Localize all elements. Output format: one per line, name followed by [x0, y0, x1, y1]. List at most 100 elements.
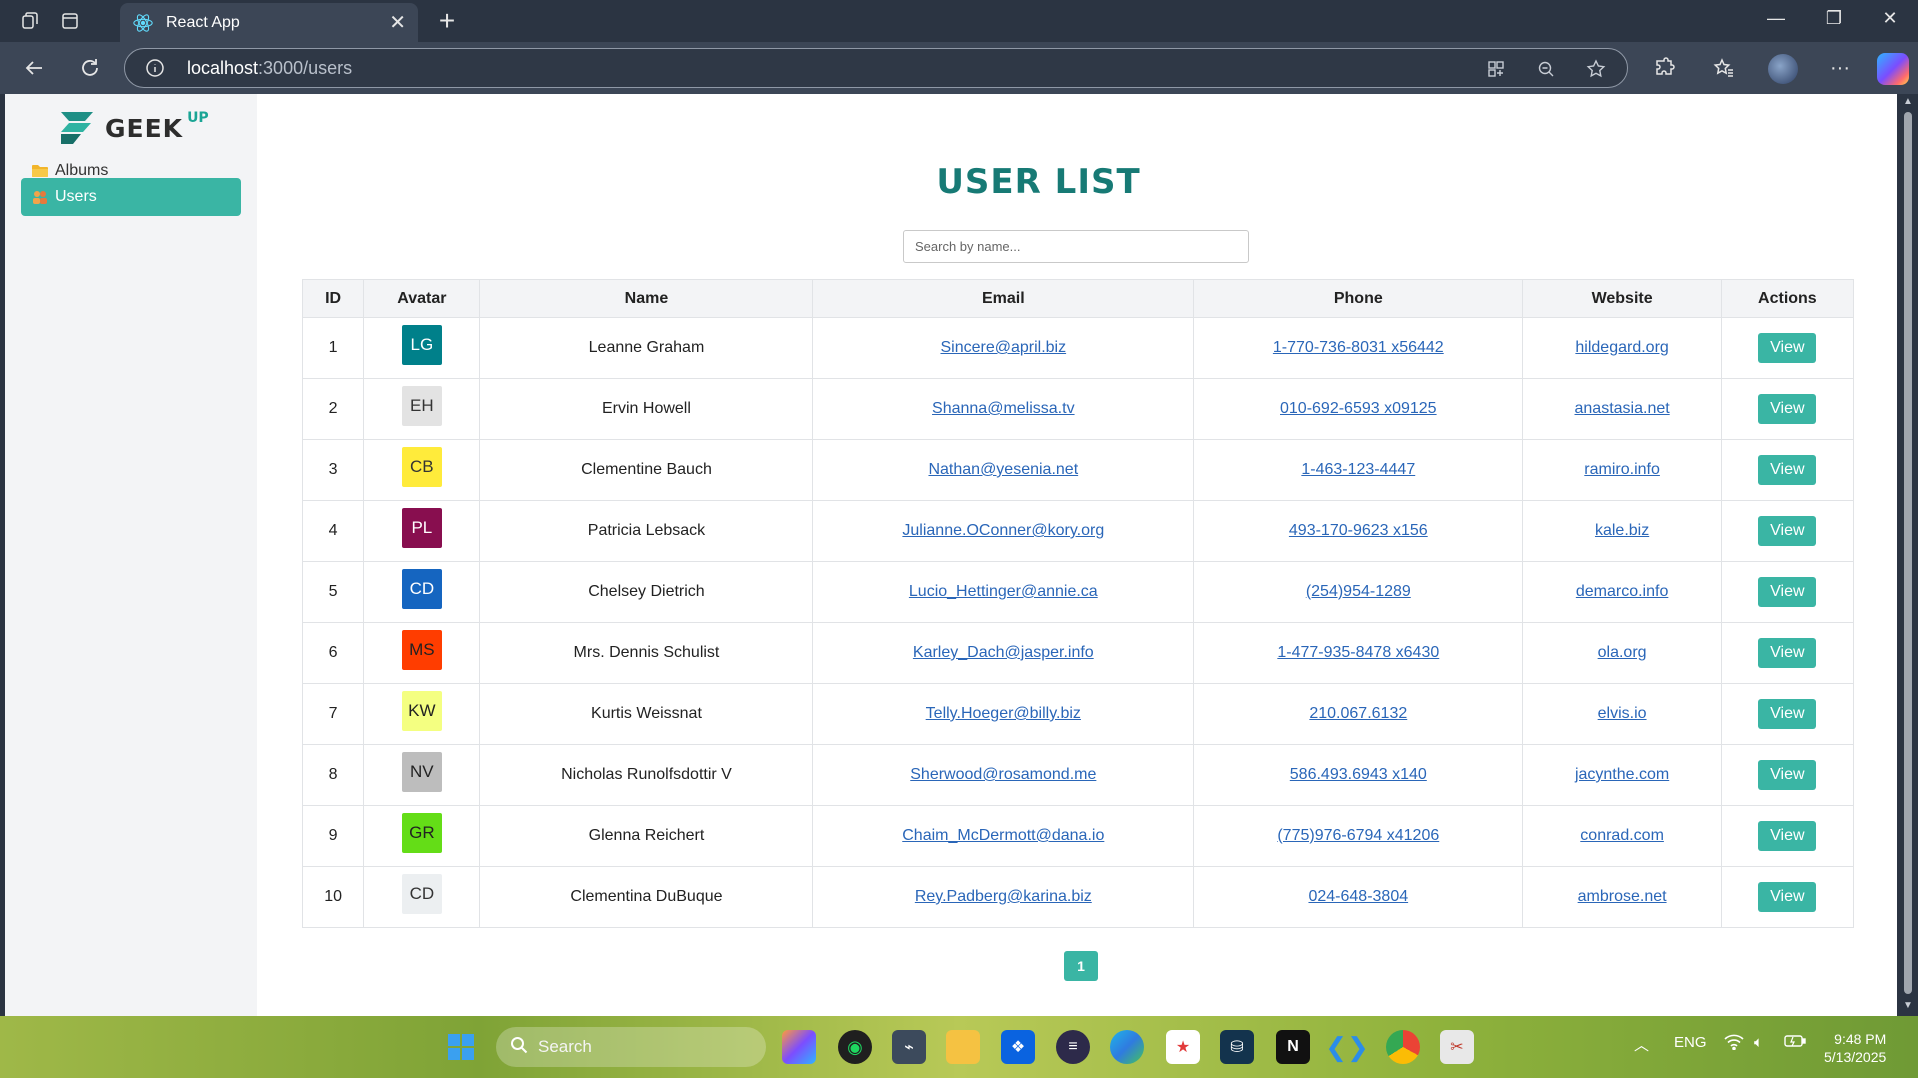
sidebar-item-users[interactable]: Users — [21, 178, 241, 216]
email-link[interactable]: Chaim_McDermott@dana.io — [902, 827, 1104, 844]
website-link[interactable]: ambrose.net — [1578, 888, 1667, 905]
file-explorer-icon[interactable] — [946, 1030, 980, 1064]
search-input[interactable] — [903, 230, 1249, 263]
system-clock[interactable]: 9:48 PM 5/13/2025 — [1824, 1030, 1886, 1066]
table-row: 5 CD Chelsey Dietrich Lucio_Hettinger@annie… — [301, 561, 1855, 623]
email-link[interactable]: Karley_Dach@jasper.info — [913, 644, 1094, 661]
spotify-icon[interactable]: ◉ — [838, 1030, 872, 1064]
snipping-tool-icon[interactable]: ✂ — [1440, 1030, 1474, 1064]
email-link[interactable]: Rey.Padberg@karina.biz — [915, 888, 1092, 905]
starry-app-icon[interactable]: ★ — [1166, 1030, 1200, 1064]
vscode-icon[interactable]: ❮❯ — [1325, 1030, 1369, 1064]
extensions-icon[interactable] — [1650, 54, 1678, 82]
cell-name: Nicholas Runolfsdottir V — [479, 744, 814, 806]
clock-time: 9:48 PM — [1834, 1031, 1887, 1047]
view-button[interactable]: View — [1758, 638, 1817, 668]
view-button[interactable]: View — [1758, 699, 1817, 729]
cell-website: anastasia.net — [1522, 378, 1722, 440]
address-bar[interactable]: localhost:3000/users — [124, 48, 1628, 88]
view-button[interactable]: View — [1758, 882, 1817, 912]
show-hidden-icons-chevron-icon[interactable]: ︿ — [1634, 1034, 1649, 1055]
favorite-star-icon[interactable] — [1585, 58, 1607, 80]
back-arrow-icon[interactable] — [20, 54, 48, 82]
eclipse-icon[interactable]: ≡ — [1056, 1030, 1090, 1064]
cell-actions: View — [1720, 561, 1855, 623]
view-button[interactable]: View — [1758, 455, 1817, 485]
phone-link[interactable]: 210.067.6132 — [1309, 705, 1407, 722]
table-row: 6 MS Mrs. Dennis Schulist Karley_Dach@jaspe… — [301, 622, 1855, 684]
website-link[interactable]: demarco.info — [1576, 583, 1669, 600]
website-link[interactable]: hildegard.org — [1575, 339, 1668, 356]
taskbar-search[interactable]: Search — [496, 1027, 766, 1067]
avatar: PL — [401, 508, 442, 548]
website-link[interactable]: ola.org — [1598, 644, 1647, 661]
volume-icon[interactable]: 🔈︎ — [1754, 1034, 1763, 1051]
phone-link[interactable]: 1-463-123-4447 — [1301, 461, 1415, 478]
clock-date: 5/13/2025 — [1824, 1049, 1887, 1065]
edge-icon[interactable] — [1110, 1030, 1144, 1064]
avatar: CD — [401, 874, 442, 914]
workspaces-icon[interactable] — [18, 9, 42, 33]
phone-link[interactable]: 1-477-935-8478 x6430 — [1277, 644, 1439, 661]
view-button[interactable]: View — [1758, 760, 1817, 790]
email-link[interactable]: Nathan@yesenia.net — [928, 461, 1078, 478]
website-link[interactable]: ramiro.info — [1584, 461, 1660, 478]
tab-actions-icon[interactable] — [58, 9, 82, 33]
website-link[interactable]: anastasia.net — [1575, 400, 1670, 417]
app-available-icon[interactable] — [1485, 58, 1507, 80]
favorites-icon[interactable] — [1710, 54, 1738, 82]
battery-icon[interactable] — [1784, 1034, 1806, 1052]
task-manager-icon[interactable]: ⌁ — [892, 1030, 926, 1064]
copilot-app-icon[interactable] — [782, 1030, 816, 1064]
windows-start-icon[interactable] — [444, 1030, 478, 1064]
page-scrollbar[interactable]: ▲ ▼ — [1897, 94, 1918, 1016]
view-button[interactable]: View — [1758, 333, 1817, 363]
email-link[interactable]: Sherwood@rosamond.me — [910, 766, 1096, 783]
phone-link[interactable]: 586.493.6943 x140 — [1290, 766, 1427, 783]
pagination-page-1[interactable]: 1 — [1064, 951, 1098, 981]
email-link[interactable]: Lucio_Hettinger@annie.ca — [909, 583, 1098, 600]
view-button[interactable]: View — [1758, 516, 1817, 546]
close-tab-icon[interactable]: ✕ — [389, 10, 406, 35]
website-link[interactable]: jacynthe.com — [1575, 766, 1669, 783]
chrome-icon[interactable] — [1386, 1030, 1420, 1064]
site-info-icon[interactable] — [145, 58, 165, 78]
email-link[interactable]: Sincere@april.biz — [940, 339, 1066, 356]
new-tab-button[interactable]: + — [432, 6, 462, 36]
refresh-icon[interactable] — [76, 54, 104, 82]
maximize-icon[interactable]: ❐ — [1814, 8, 1854, 29]
scroll-down-icon[interactable]: ▼ — [1902, 1000, 1914, 1011]
website-link[interactable]: elvis.io — [1598, 705, 1647, 722]
view-button[interactable]: View — [1758, 394, 1817, 424]
cell-avatar: NV — [363, 744, 481, 806]
phone-link[interactable]: (775)976-6794 x41206 — [1277, 827, 1439, 844]
logo[interactable]: GEEK UP — [55, 108, 209, 148]
close-window-icon[interactable]: ✕ — [1870, 8, 1910, 29]
email-link[interactable]: Telly.Hoeger@billy.biz — [926, 705, 1081, 722]
language-indicator[interactable]: ENG — [1674, 1034, 1707, 1051]
wifi-icon[interactable] — [1724, 1034, 1744, 1054]
notion-icon[interactable]: N — [1276, 1030, 1310, 1064]
view-button[interactable]: View — [1758, 821, 1817, 851]
minimize-icon[interactable]: — — [1756, 8, 1796, 29]
cell-id: 4 — [301, 500, 365, 562]
scrollbar-thumb[interactable] — [1904, 112, 1912, 994]
phone-link[interactable]: 024-648-3804 — [1308, 888, 1408, 905]
view-button[interactable]: View — [1758, 577, 1817, 607]
browser-tab-active[interactable]: React App ✕ — [120, 3, 418, 42]
more-options-icon[interactable]: ··· — [1826, 54, 1854, 82]
profile-avatar[interactable] — [1768, 54, 1798, 84]
website-link[interactable]: conrad.com — [1580, 827, 1664, 844]
mysql-workbench-icon[interactable]: ⛁ — [1220, 1030, 1254, 1064]
website-link[interactable]: kale.biz — [1595, 522, 1649, 539]
scroll-up-icon[interactable]: ▲ — [1902, 96, 1914, 107]
phone-link[interactable]: 010-692-6593 x09125 — [1280, 400, 1437, 417]
phone-link[interactable]: (254)954-1289 — [1306, 583, 1411, 600]
email-link[interactable]: Shanna@melissa.tv — [932, 400, 1075, 417]
email-link[interactable]: Julianne.OConner@kory.org — [902, 522, 1104, 539]
phone-link[interactable]: 493-170-9623 x156 — [1289, 522, 1428, 539]
zoom-icon[interactable] — [1535, 58, 1557, 80]
dropbox-icon[interactable]: ❖ — [1001, 1030, 1035, 1064]
copilot-icon[interactable] — [1877, 53, 1909, 85]
phone-link[interactable]: 1-770-736-8031 x56442 — [1273, 339, 1444, 356]
